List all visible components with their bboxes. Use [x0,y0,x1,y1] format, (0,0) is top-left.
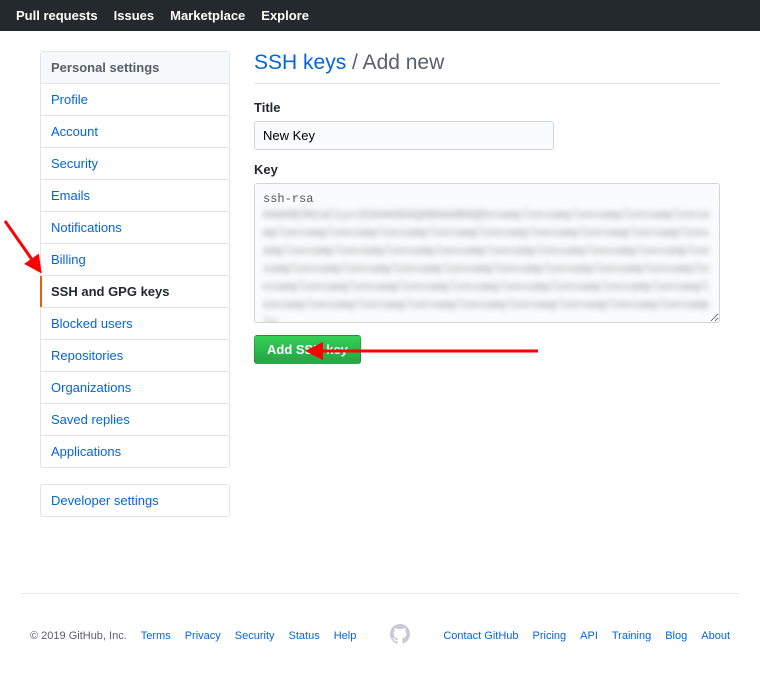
breadcrumb-ssh-keys[interactable]: SSH keys [254,51,346,74]
title-label: Title [254,100,720,115]
sidebar-item-organizations[interactable]: Organizations [41,372,229,404]
nav-issues[interactable]: Issues [114,8,154,23]
footer-about[interactable]: About [701,630,730,642]
sidebar-item-repositories[interactable]: Repositories [41,340,229,372]
footer: © 2019 GitHub, Inc. Terms Privacy Securi… [20,593,740,677]
nav-pull-requests[interactable]: Pull requests [16,8,98,23]
footer-terms[interactable]: Terms [141,630,171,642]
sidebar-item-security[interactable]: Security [41,148,229,180]
personal-settings-menu: Personal settings Profile Account Securi… [40,51,230,468]
footer-copyright: © 2019 GitHub, Inc. [30,630,127,642]
footer-privacy[interactable]: Privacy [185,630,221,642]
footer-pricing[interactable]: Pricing [533,630,567,642]
sidebar-item-notifications[interactable]: Notifications [41,212,229,244]
nav-explore[interactable]: Explore [261,8,309,23]
nav-marketplace[interactable]: Marketplace [170,8,245,23]
footer-status[interactable]: Status [289,630,320,642]
footer-training[interactable]: Training [612,630,651,642]
key-textarea[interactable]: ssh-rsa AAAAB3NzaC1yc2EAAAADAQABAAABAQDe… [254,183,720,323]
title-input[interactable] [254,121,554,150]
sidebar-item-developer-settings[interactable]: Developer settings [41,485,229,516]
footer-help[interactable]: Help [334,630,357,642]
sidebar-item-saved-replies[interactable]: Saved replies [41,404,229,436]
sidebar-item-profile[interactable]: Profile [41,84,229,116]
sidebar-item-account[interactable]: Account [41,116,229,148]
footer-api[interactable]: API [580,630,598,642]
sidebar-header: Personal settings [41,52,229,84]
github-logo-icon [390,624,410,644]
key-value-visible: ssh-rsa [263,192,711,206]
add-ssh-key-button[interactable]: Add SSH key [254,335,361,364]
footer-blog[interactable]: Blog [665,630,687,642]
sidebar-item-applications[interactable]: Applications [41,436,229,467]
sidebar-item-ssh-gpg-keys: SSH and GPG keys [41,276,229,308]
key-label: Key [254,162,720,177]
key-value-redacted: AAAAB3NzaC1yc2EAAAADAQABAAABAQDexampleex… [263,206,711,323]
breadcrumb-current: / Add new [352,51,444,74]
sidebar: Personal settings Profile Account Securi… [40,51,230,533]
sidebar-item-billing[interactable]: Billing [41,244,229,276]
sidebar-item-blocked-users[interactable]: Blocked users [41,308,229,340]
footer-right: Contact GitHub Pricing API Training Blog… [443,630,730,642]
footer-left: © 2019 GitHub, Inc. Terms Privacy Securi… [30,630,356,642]
sidebar-item-emails[interactable]: Emails [41,180,229,212]
footer-contact[interactable]: Contact GitHub [443,630,518,642]
developer-settings-menu: Developer settings [40,484,230,517]
footer-security[interactable]: Security [235,630,275,642]
main-content: SSH keys / Add new Title Key ssh-rsa AAA… [254,51,720,533]
top-nav: Pull requests Issues Marketplace Explore [0,0,760,31]
page-title: SSH keys / Add new [254,51,720,84]
